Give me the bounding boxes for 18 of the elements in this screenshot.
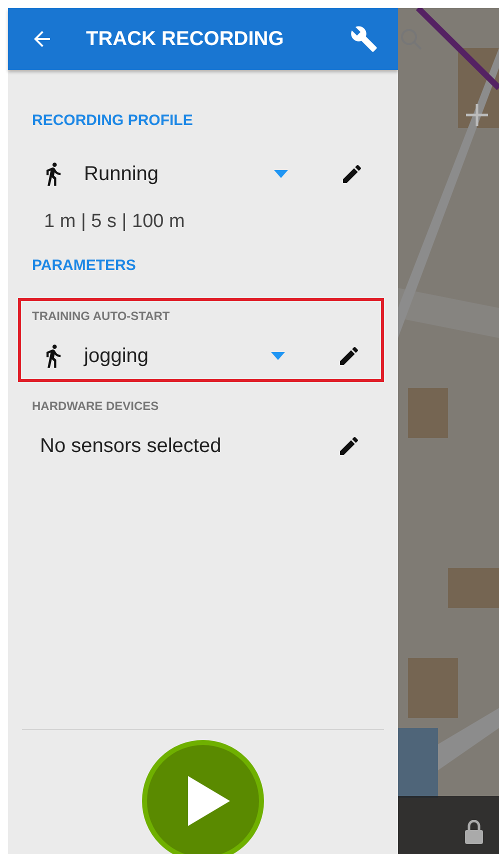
parameter-value: No sensors selected <box>40 434 222 458</box>
section-heading: PARAMETERS <box>32 257 137 274</box>
wrench-icon[interactable] <box>350 25 378 53</box>
dropdown-caret-icon[interactable] <box>274 170 288 178</box>
edit-pencil-icon[interactable] <box>340 162 364 186</box>
parameter-label: TRAINING AUTO-START <box>32 309 171 323</box>
parameter-label: HARDWARE DEVICES <box>32 399 160 413</box>
play-icon <box>186 776 230 826</box>
screen-title: TRACK RECORDING <box>86 28 285 50</box>
profile-summary: 1 m | 5 s | 100 m <box>44 211 186 233</box>
edit-pencil-icon[interactable] <box>337 434 361 458</box>
dropdown-caret-icon[interactable] <box>271 352 285 360</box>
lock-icon[interactable] <box>465 820 483 844</box>
edit-pencil-icon[interactable] <box>337 344 361 368</box>
section-heading: RECORDING PROFILE <box>32 112 194 129</box>
zoom-in-icon[interactable] <box>466 104 488 126</box>
parameter-dropdown[interactable]: jogging <box>84 344 271 368</box>
profile-dropdown[interactable]: Running <box>84 162 274 186</box>
